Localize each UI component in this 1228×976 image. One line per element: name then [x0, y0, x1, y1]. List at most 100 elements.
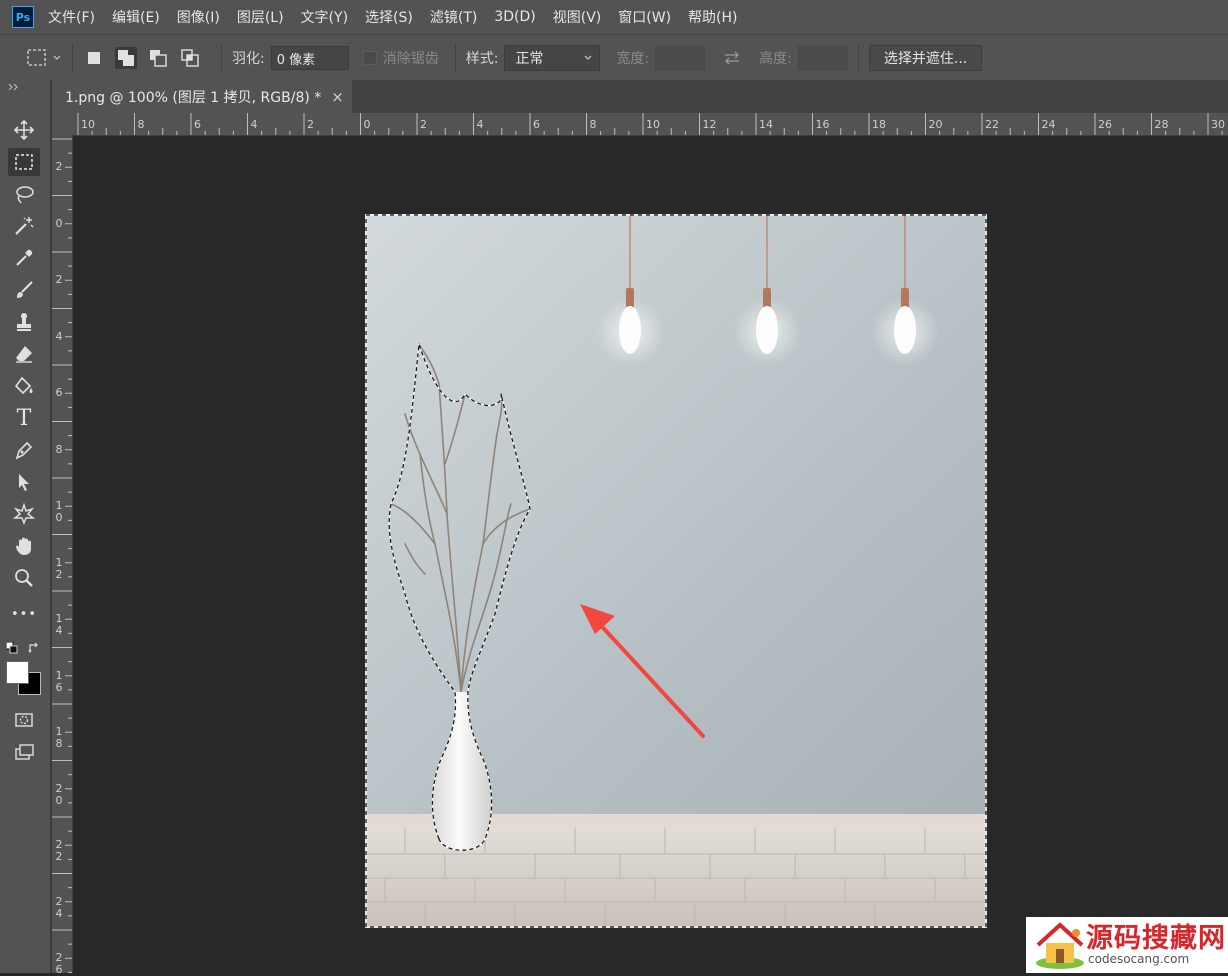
close-icon[interactable]: × — [331, 88, 344, 106]
ruler-label: 8 — [137, 118, 145, 131]
lasso-icon — [16, 186, 34, 204]
menu-file[interactable]: 文件(F) — [48, 7, 95, 27]
menu-window[interactable]: 窗口(W) — [618, 7, 671, 27]
ruler-label: 16 — [55, 668, 63, 694]
panel-collapse-icon[interactable] — [8, 83, 20, 91]
ruler-label: 8 — [589, 118, 597, 131]
eraser-tool[interactable] — [8, 340, 40, 368]
feather-label: 羽化: — [232, 51, 265, 67]
ruler-label: 10 — [646, 118, 660, 131]
style-label: 样式: — [465, 51, 499, 67]
add-selection-icon — [118, 50, 134, 66]
menu-edit[interactable]: 编辑(E) — [112, 7, 160, 27]
hand-tool[interactable] — [8, 532, 40, 560]
ruler-label: 0 — [55, 216, 63, 230]
ruler-label: 2 — [307, 118, 314, 131]
ruler-label: 26 — [55, 951, 63, 976]
ruler-label: 4 — [250, 118, 258, 131]
shape-tool[interactable] — [8, 500, 40, 528]
ruler-label: 4 — [55, 329, 63, 343]
magic-wand-tool[interactable] — [8, 212, 40, 240]
ruler-label: 6 — [55, 386, 63, 399]
subtract-from-selection-button[interactable] — [147, 47, 169, 69]
width-label: 宽度: — [616, 51, 650, 67]
magic-wand-icon — [15, 217, 34, 235]
add-to-selection-button[interactable] — [115, 47, 137, 69]
watermark-title: 源码搜藏网 — [1086, 923, 1226, 954]
foreground-color-swatch[interactable] — [6, 661, 29, 684]
menu-3d[interactable]: 3D(D) — [494, 9, 535, 25]
width-input[interactable] — [655, 46, 706, 70]
rect-marquee-tool[interactable] — [8, 148, 40, 176]
canvas-area[interactable] — [73, 136, 1228, 973]
height-label: 高度: — [759, 51, 792, 67]
rect-marquee-icon — [15, 154, 33, 170]
path-select-icon — [19, 474, 29, 491]
ruler-label: 30 — [1211, 118, 1225, 131]
menu-layer[interactable]: 图层(L) — [237, 7, 284, 27]
ruler-corner — [52, 113, 73, 136]
marquee-preset-picker[interactable] — [26, 48, 62, 68]
screen-mode-button[interactable] — [8, 738, 40, 766]
menu-type[interactable]: 文字(Y) — [301, 7, 348, 27]
pen-icon — [15, 441, 33, 460]
paint-bucket-tool[interactable] — [8, 372, 40, 400]
move-tool[interactable] — [8, 116, 40, 144]
antialias-label: 消除锯齿 — [382, 51, 439, 67]
ruler-label: 8 — [55, 442, 63, 456]
style-select[interactable]: 正常 — [504, 45, 601, 71]
lasso-tool[interactable] — [8, 180, 40, 208]
intersect-selection-button[interactable] — [179, 47, 201, 69]
brush-icon — [17, 281, 33, 298]
antialias-checkbox[interactable] — [362, 51, 377, 65]
style-select-value: 正常 — [515, 51, 544, 67]
eyedropper-icon — [16, 249, 33, 266]
height-input[interactable] — [797, 46, 848, 70]
horizontal-ruler: 10 8 6 4 2 0 2 4 6 8 10 12 14 16 18 20 2… — [72, 113, 1228, 136]
type-icon: T — [16, 405, 32, 431]
ruler-label: 18 — [872, 118, 886, 131]
site-watermark: 源码搜藏网 codesocang.com — [1026, 917, 1228, 973]
menu-view[interactable]: 视图(V) — [553, 7, 602, 27]
document-tab[interactable]: 1.png @ 100% (图层 1 拷贝, RGB/8) * × — [52, 80, 352, 113]
ruler-label: 24 — [1041, 118, 1056, 131]
ruler-label: 10 — [55, 499, 63, 524]
ruler-label: 6 — [533, 118, 540, 131]
more-icon: ••• — [10, 606, 37, 622]
type-tool[interactable]: T — [8, 404, 40, 432]
document-image[interactable] — [365, 214, 987, 928]
intersect-selection-icon — [181, 49, 199, 67]
quick-mask-button[interactable] — [8, 706, 40, 734]
menu-bar: Ps 文件(F) 编辑(E) 图像(I) 图层(L) 文字(Y) 选择(S) 滤… — [0, 0, 1228, 34]
more-tools[interactable]: ••• — [8, 600, 40, 628]
ruler-label: 12 — [55, 555, 63, 581]
menu-select[interactable]: 选择(S) — [365, 7, 413, 27]
hand-icon — [16, 537, 31, 555]
default-colors-icon[interactable] — [6, 642, 18, 654]
feather-input[interactable]: 0 像素 — [270, 46, 349, 70]
ruler-label: 14 — [55, 612, 63, 637]
screen-mode-icon — [15, 744, 34, 760]
select-and-mask-button[interactable]: 选择并遮住... — [868, 45, 983, 71]
swap-colors-icon[interactable] — [28, 642, 40, 654]
zoom-tool[interactable] — [8, 564, 40, 592]
ruler-label: 0 — [363, 118, 371, 131]
eyedropper-tool[interactable] — [8, 244, 40, 272]
menu-help[interactable]: 帮助(H) — [688, 7, 737, 27]
path-select-tool[interactable] — [8, 468, 40, 496]
chevron-down-icon — [53, 55, 61, 60]
ruler-label: 20 — [55, 781, 63, 807]
paint-bucket-icon — [14, 376, 33, 395]
stamp-tool[interactable] — [8, 308, 40, 336]
move-icon — [13, 119, 35, 141]
pen-tool[interactable] — [8, 436, 40, 464]
photoshop-logo: Ps — [12, 6, 34, 28]
swap-width-height-icon[interactable] — [721, 49, 743, 67]
brush-tool[interactable] — [8, 276, 40, 304]
menu-image[interactable]: 图像(I) — [177, 7, 220, 27]
new-selection-button[interactable] — [83, 47, 105, 69]
new-selection-icon — [88, 52, 100, 64]
ruler-label: 4 — [476, 118, 484, 131]
ruler-label: 16 — [815, 118, 830, 131]
menu-filter[interactable]: 滤镜(T) — [430, 7, 477, 27]
